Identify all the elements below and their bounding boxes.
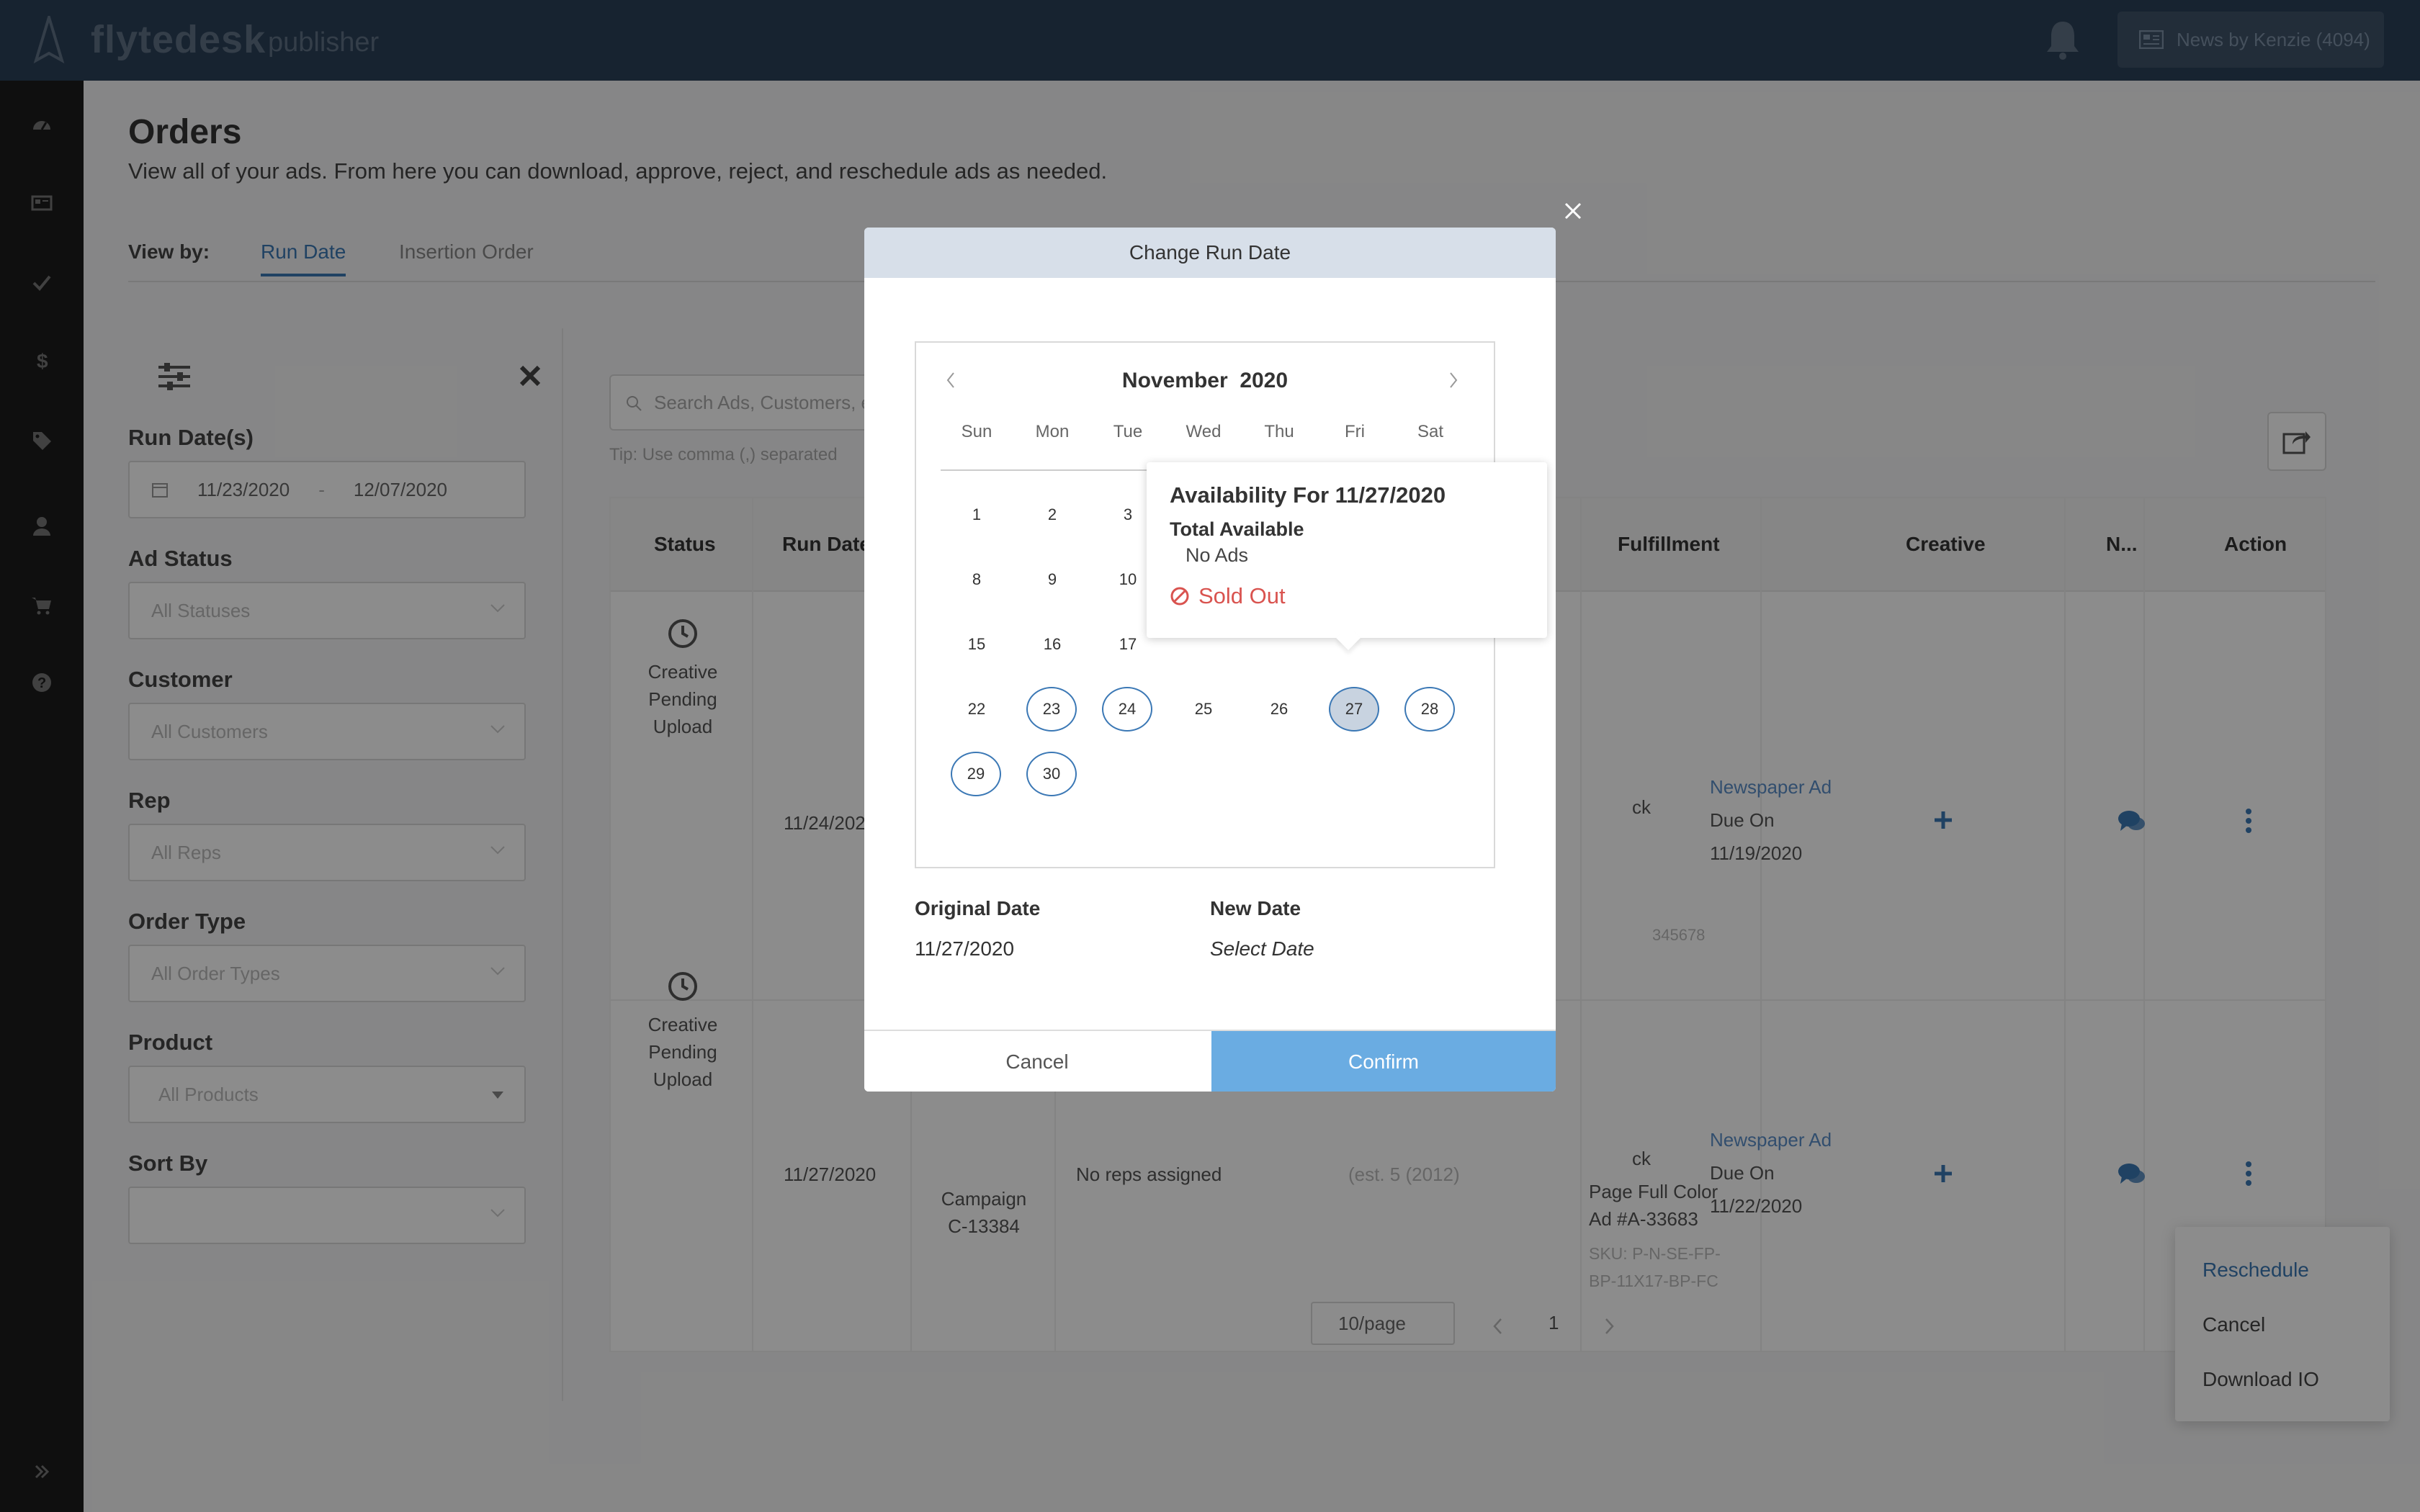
next-month-icon[interactable] — [1448, 372, 1459, 389]
sold-out-text: Sold Out — [1198, 583, 1286, 608]
calendar-day: 25 — [1194, 700, 1213, 718]
sold-out-status: Sold Out — [1170, 583, 1286, 609]
prohibited-icon — [1170, 587, 1189, 606]
calendar-day: 9 — [1047, 570, 1057, 588]
availability-tooltip: Availability For 11/27/2020 Total Availa… — [1147, 462, 1547, 650]
calendar-day-available[interactable]: 24 — [1102, 687, 1152, 732]
weekday-tue: Tue — [1113, 422, 1143, 441]
tooltip-total-label: Total Available — [1170, 518, 1304, 540]
weekday-fri: Fri — [1345, 422, 1365, 441]
close-modal-icon[interactable] — [1559, 196, 1587, 225]
tooltip-total-value: No Ads — [1186, 544, 1249, 566]
new-date-label: New Date — [1210, 897, 1301, 919]
calendar-month: November — [1121, 369, 1228, 392]
new-date-value: Select Date — [1210, 937, 1314, 960]
weekday-sat: Sat — [1417, 422, 1444, 441]
original-date-value: 11/27/2020 — [915, 937, 1015, 960]
cancel-button[interactable]: Cancel — [864, 1031, 1210, 1092]
calendar-day: 16 — [1043, 635, 1062, 653]
change-run-date-modal: Change Run Date November 2020 Sun Mon Tu… — [864, 228, 1556, 1092]
calendar-day: 2 — [1047, 505, 1057, 523]
original-date-label: Original Date — [915, 897, 1041, 919]
calendar-day-available[interactable]: 28 — [1404, 687, 1455, 732]
calendar-month-year: November 2020 — [916, 369, 1494, 393]
calendar-day-available[interactable]: 30 — [1026, 752, 1077, 796]
weekday-thu: Thu — [1264, 422, 1294, 441]
weekday-mon: Mon — [1035, 422, 1070, 441]
calendar-day: 15 — [967, 635, 986, 653]
weekday-sun: Sun — [961, 422, 992, 441]
calendar-day: 1 — [972, 505, 982, 523]
weekday-wed: Wed — [1186, 422, 1222, 441]
calendar-day: 8 — [972, 570, 982, 588]
modal-title: Change Run Date — [864, 228, 1556, 278]
confirm-button[interactable]: Confirm — [1211, 1031, 1556, 1092]
modal-footer: Cancel Confirm — [864, 1030, 1556, 1092]
calendar-day: 22 — [967, 700, 986, 718]
tooltip-title: Availability For 11/27/2020 — [1170, 482, 1446, 508]
calendar-day-available[interactable]: 23 — [1026, 687, 1077, 732]
calendar-year: 2020 — [1240, 369, 1289, 392]
calendar-day-original[interactable]: 27 — [1329, 687, 1379, 732]
calendar-day: 26 — [1270, 700, 1289, 718]
calendar-day-available[interactable]: 29 — [951, 752, 1001, 796]
